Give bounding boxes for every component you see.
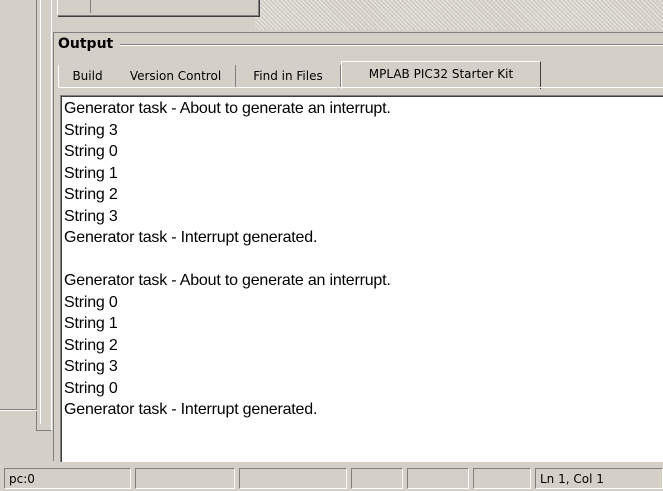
- output-line: Generator task - Interrupt generated.: [64, 401, 318, 418]
- output-panel-title: Output: [58, 36, 114, 52]
- output-line: String 0: [64, 143, 118, 160]
- status-cell: [135, 468, 235, 489]
- top-panel-box: [57, 0, 259, 16]
- status-cell: [407, 468, 469, 489]
- output-line: String 0: [64, 379, 118, 397]
- output-text-area[interactable]: Generator task - About to generate an in…: [60, 95, 663, 462]
- status-bar: pc:0 Ln 1, Col 1: [0, 466, 663, 491]
- output-line: String 3: [64, 121, 118, 139]
- output-tabs: Build Version Control Find in Files MPLA…: [58, 61, 663, 89]
- top-hatched-area: [255, 0, 663, 30]
- output-line: String 2: [64, 186, 118, 203]
- tab-mplab-pic32-starter-kit[interactable]: MPLAB PIC32 Starter Kit: [341, 61, 541, 89]
- output-line: Generator task - Interrupt generated.: [64, 229, 318, 246]
- status-pc: pc:0: [4, 468, 131, 489]
- output-line: String 1: [64, 315, 118, 332]
- output-line: Generator task - About to generate an in…: [64, 272, 391, 289]
- output-line: String 0: [64, 293, 118, 311]
- output-line: String 2: [64, 336, 118, 354]
- tab-build[interactable]: Build: [58, 65, 117, 87]
- status-line-col: Ln 1, Col 1: [535, 468, 663, 489]
- status-cell: [473, 468, 531, 489]
- output-line: Generator task - About to generate an in…: [64, 100, 391, 117]
- top-panel-button[interactable]: [60, 0, 91, 13]
- divider-highlight: [0, 410, 37, 411]
- output-line: String 3: [64, 207, 118, 225]
- status-cell: [351, 468, 403, 489]
- output-title-rule: [120, 44, 663, 46]
- output-line: String 3: [64, 358, 118, 375]
- output-line: String 1: [64, 164, 118, 182]
- tab-version-control[interactable]: Version Control: [116, 65, 236, 87]
- status-cell: [239, 468, 347, 489]
- output-lines: Generator task - About to generate an in…: [64, 98, 391, 421]
- left-frame-inner: [40, 0, 45, 424]
- tab-base-line: [58, 87, 663, 88]
- tab-find-in-files[interactable]: Find in Files: [236, 65, 341, 87]
